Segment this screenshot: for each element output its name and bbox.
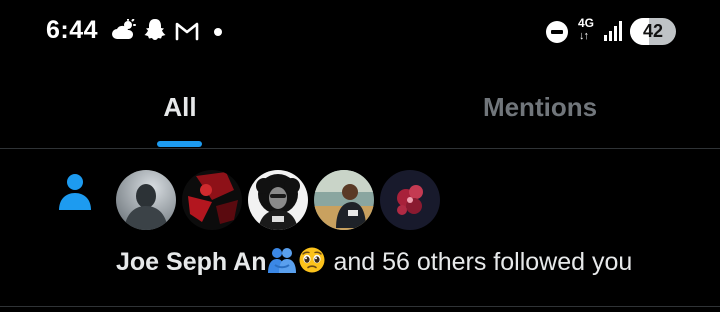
selected-tab-indicator [157, 141, 202, 147]
tab-all[interactable]: All [0, 64, 360, 149]
follower-avatar[interactable] [116, 170, 176, 230]
notification-divider [0, 306, 720, 307]
actor-name-link[interactable]: Joe Seph An [116, 248, 267, 276]
tab-all-label: All [163, 92, 197, 122]
notification-tabs: All Mentions [0, 64, 720, 149]
notification-action-text: and 56 others followed you [333, 248, 633, 276]
pleading-face-emoji-icon [297, 246, 327, 282]
status-bar: 6:44 4G ↓↑ 42 [0, 0, 720, 64]
notification-dot-icon [214, 28, 222, 36]
snapchat-icon [144, 18, 166, 47]
follow-notification[interactable]: Joe Seph An and 56 others followed you [0, 149, 720, 306]
signal-icon [603, 20, 625, 47]
tab-mentions-label: Mentions [482, 92, 598, 122]
tab-mentions[interactable]: Mentions [360, 64, 720, 149]
battery-level-text: 42 [642, 21, 664, 41]
gmail-icon [175, 21, 199, 46]
do-not-disturb-icon [546, 21, 568, 43]
people-hugging-emoji-icon [267, 246, 297, 282]
network-type-label: 4G [578, 16, 595, 30]
follower-avatar[interactable] [380, 170, 440, 230]
network-activity-icon: ↓↑ [579, 30, 589, 42]
follower-avatar[interactable] [314, 170, 374, 230]
follower-avatar[interactable] [182, 170, 242, 230]
status-time: 6:44 [46, 16, 99, 44]
person-follow-icon [57, 172, 93, 217]
follower-avatar[interactable] [248, 170, 308, 230]
weather-cloud-icon [112, 18, 138, 46]
notification-text: Joe Seph An and 56 others followed you [116, 246, 632, 282]
battery-icon: 42 [630, 18, 676, 45]
